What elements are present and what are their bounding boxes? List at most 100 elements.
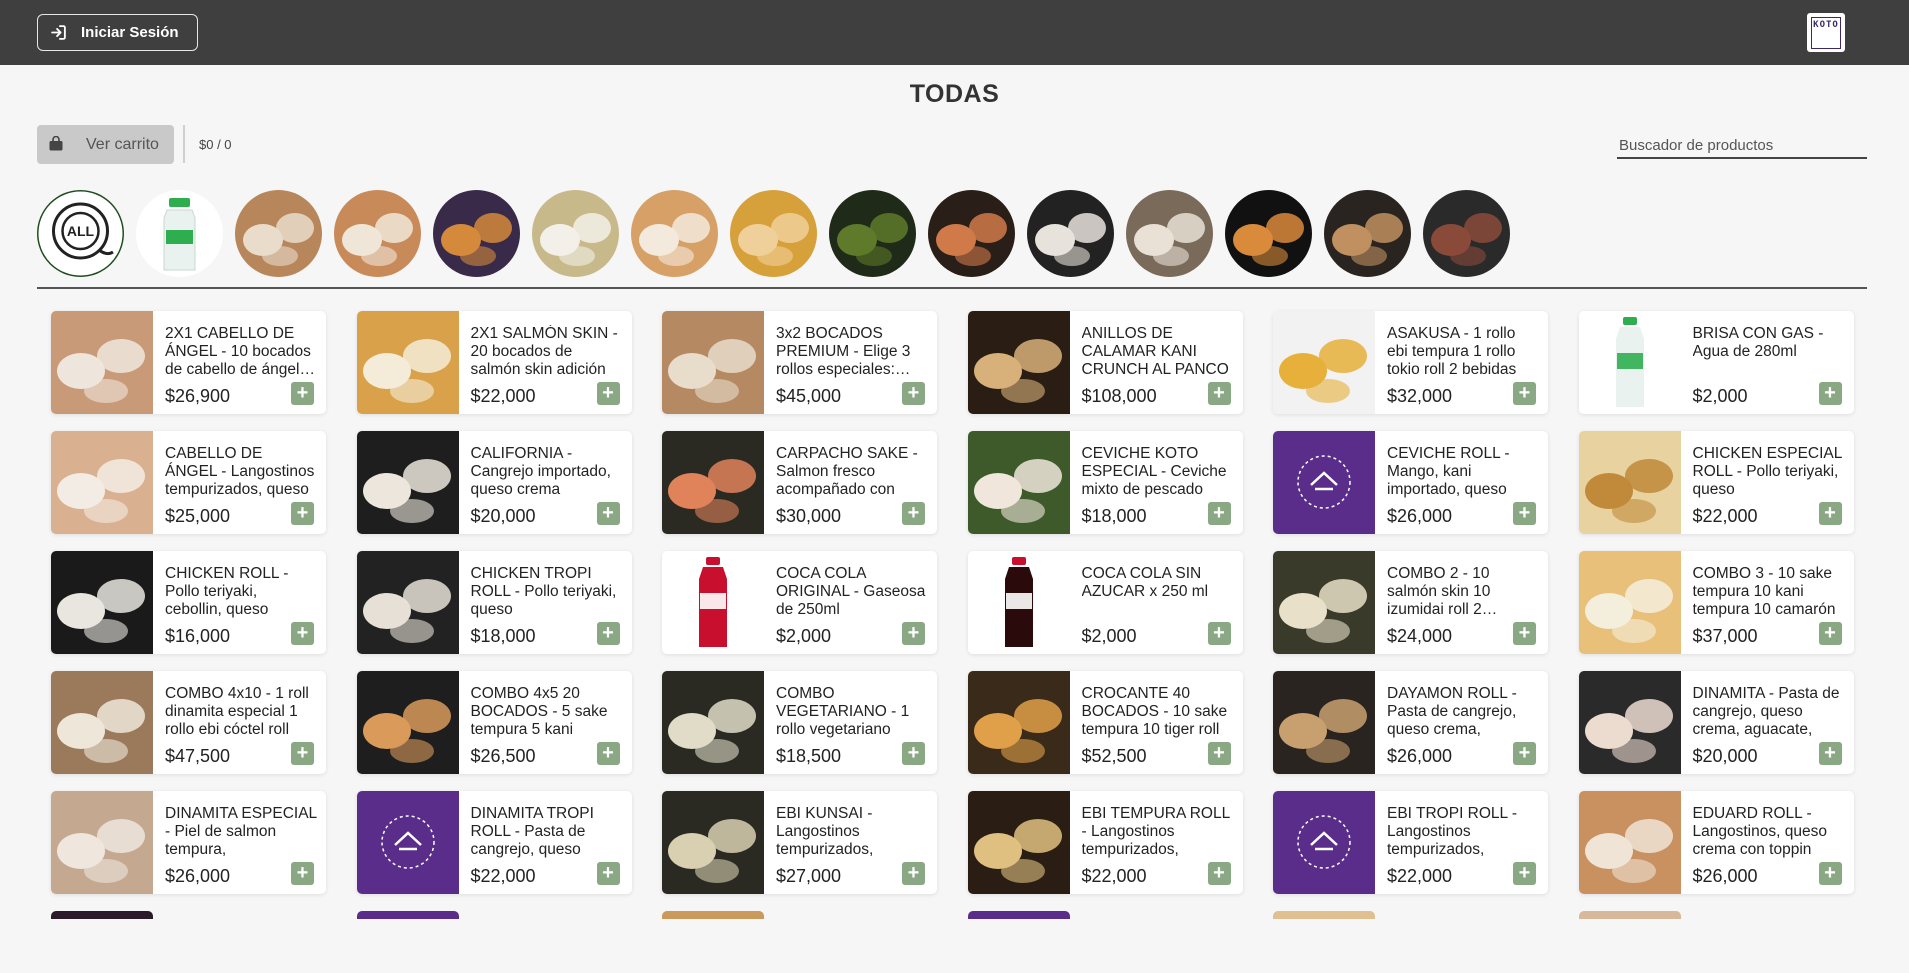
product-card[interactable]: CHICKEN TROPI ROLL - Pollo teriyaki, que… (356, 551, 632, 654)
add-to-cart-plus-icon[interactable]: + (1207, 742, 1231, 765)
add-to-cart-plus-icon[interactable]: + (902, 502, 925, 525)
product-card[interactable]: ANILLOS DE CALAMAR KANI CRUNCH AL PANCO $… (967, 311, 1243, 414)
add-to-cart-plus-icon[interactable]: + (1513, 862, 1536, 885)
product-image (1578, 311, 1681, 414)
category-cat-5[interactable] (433, 190, 520, 277)
add-to-cart-plus-icon[interactable]: + (1513, 382, 1536, 405)
category-cat-14[interactable] (1324, 190, 1411, 277)
product-card[interactable]: DINAMITA - Pasta de cangrejo, queso crem… (1578, 671, 1854, 774)
product-card[interactable]: EDUARD ROLL - Langostinos, queso crema c… (1578, 791, 1854, 894)
product-image (967, 311, 1070, 414)
product-name: CHICKEN TROPI ROLL - Pollo teriyaki, que… (470, 565, 617, 618)
add-to-cart-plus-icon[interactable]: + (1207, 382, 1231, 405)
add-to-cart-plus-icon[interactable]: + (291, 742, 314, 765)
add-to-cart-plus-icon[interactable]: + (902, 742, 925, 765)
product-image (662, 551, 764, 654)
category-cat-8[interactable] (730, 190, 817, 277)
product-card[interactable]: CEVICHE KOTO ESPECIAL - Ceviche mixto de… (967, 431, 1243, 534)
product-card[interactable]: EBI KUNSAI - Langostinos tempurizados, $2… (662, 791, 937, 894)
product-card[interactable]: CEVICHE ROLL - Mango, kani importado, qu… (1273, 431, 1548, 534)
add-to-cart-plus-icon[interactable]: + (291, 502, 314, 525)
product-card[interactable]: CHICKEN ROLL - Pollo teriyaki, cebollin,… (51, 551, 326, 654)
product-card[interactable]: 2X1 CABELLO DE ÁNGEL - 10 bocados de cab… (51, 311, 326, 414)
product-image (51, 311, 153, 414)
product-card[interactable]: EBI TEMPURA ROLL - Langostinos tempuriza… (967, 791, 1243, 894)
add-to-cart-plus-icon[interactable]: + (902, 382, 925, 405)
product-name: EBI TROPI ROLL - Langostinos tempurizado… (1387, 805, 1518, 858)
add-to-cart-plus-icon[interactable]: + (902, 622, 925, 645)
add-to-cart-plus-icon[interactable]: + (1513, 622, 1536, 645)
category-cat-12[interactable] (1126, 190, 1213, 277)
product-search-input[interactable] (1617, 133, 1867, 159)
add-to-cart-plus-icon[interactable]: + (1513, 502, 1536, 525)
category-cat-4[interactable] (334, 190, 421, 277)
add-to-cart-plus-icon[interactable]: + (1207, 502, 1231, 525)
product-card[interactable]: BRISA CON GAS - Agua de 280ml $2,000 + (1578, 311, 1854, 414)
add-to-cart-plus-icon[interactable]: + (1818, 382, 1842, 405)
category-cat-13[interactable] (1225, 190, 1312, 277)
brand-logo[interactable]: KOTO (1807, 13, 1845, 52)
add-to-cart-plus-icon[interactable]: + (596, 622, 620, 645)
add-to-cart-plus-icon[interactable]: + (1818, 862, 1842, 885)
product-card[interactable]: EBI TROPI ROLL - Langostinos tempurizado… (1273, 791, 1548, 894)
product-card[interactable]: COMBO 3 - 10 sake tempura 10 kani tempur… (1578, 551, 1854, 654)
product-card[interactable]: 3x2 BOCADOS PREMIUM - Elige 3 rollos esp… (662, 311, 937, 414)
category-cat-11[interactable] (1027, 190, 1114, 277)
category-cat-15[interactable] (1423, 190, 1510, 277)
login-button[interactable]: Iniciar Sesión (37, 14, 198, 51)
top-bar: Iniciar Sesión KOTO (0, 0, 1909, 65)
category-cat-9[interactable] (829, 190, 916, 277)
product-price: $18,000 (470, 626, 536, 646)
product-name: EDUARD ROLL - Langostinos, queso crema c… (1692, 805, 1827, 858)
product-card[interactable]: COMBO 4x10 - 1 roll dinamita especial 1 … (51, 671, 326, 774)
add-to-cart-plus-icon[interactable]: + (1207, 622, 1231, 645)
add-to-cart-plus-icon[interactable]: + (596, 742, 620, 765)
add-to-cart-plus-icon[interactable]: + (596, 502, 620, 525)
add-to-cart-plus-icon[interactable]: + (291, 622, 314, 645)
page-title: TODAS (909, 80, 1000, 108)
add-to-cart-plus-icon[interactable]: + (291, 382, 314, 405)
product-card[interactable]: DINAMITA ESPECIAL - Piel de salmon tempu… (51, 791, 326, 894)
category-all[interactable]: ALL (37, 190, 124, 277)
add-to-cart-plus-icon[interactable]: + (1818, 502, 1842, 525)
product-card[interactable]: COMBO 4x5 20 BOCADOS - 5 sake tempura 5 … (356, 671, 632, 774)
product-image (51, 671, 153, 774)
product-card[interactable]: COMBO VEGETARIANO - 1 rollo vegetariano $… (662, 671, 937, 774)
product-card[interactable]: COCA COLA SIN AZUCAR x 250 ml $2,000 + (967, 551, 1243, 654)
add-to-cart-plus-icon[interactable]: + (1818, 742, 1842, 765)
category-cat-10[interactable] (928, 190, 1015, 277)
add-to-cart-plus-icon[interactable]: + (596, 382, 620, 405)
product-thumbnail (51, 671, 153, 774)
view-cart-button[interactable]: Ver carrito (37, 125, 174, 164)
category-image (235, 190, 322, 277)
add-to-cart-plus-icon[interactable]: + (1818, 622, 1842, 645)
add-to-cart-plus-icon[interactable]: + (1207, 862, 1231, 885)
category-cat-3[interactable] (235, 190, 322, 277)
product-card[interactable]: ASAKUSA - 1 rollo ebi tempura 1 rollo to… (1273, 311, 1548, 414)
product-price: $26,000 (1692, 866, 1758, 886)
product-card[interactable]: CALIFORNIA - Cangrejo importado, queso c… (356, 431, 632, 534)
category-cat-6[interactable] (532, 190, 619, 277)
logo-text: KOTO (1811, 16, 1841, 49)
sign-in-icon (51, 25, 66, 40)
product-card[interactable]: CABELLO DE ÁNGEL - Langostinos tempuriza… (51, 431, 326, 534)
category-bebidas[interactable] (136, 190, 223, 277)
product-card[interactable]: COMBO 2 - 10 salmón skin 10 izumidai rol… (1273, 551, 1548, 654)
product-card[interactable]: CARPACHO SAKE - Salmon fresco acompañado… (662, 431, 937, 534)
product-thumbnail (967, 551, 1070, 654)
product-name: DINAMITA - Pasta de cangrejo, queso crem… (1692, 685, 1840, 738)
add-to-cart-plus-icon[interactable]: + (291, 862, 314, 885)
product-card[interactable]: DAYAMON ROLL - Pasta de cangrejo, queso … (1273, 671, 1548, 774)
add-to-cart-plus-icon[interactable]: + (902, 862, 925, 885)
category-cat-7[interactable] (631, 190, 718, 277)
next-row-card-peek (1273, 911, 1375, 919)
product-card[interactable]: COCA COLA ORIGINAL - Gaseosa de 250ml $2,… (662, 551, 937, 654)
product-card[interactable]: CROCANTE 40 BOCADOS - 10 sake tempura 10… (967, 671, 1243, 774)
product-price: $20,000 (1692, 746, 1758, 766)
add-to-cart-plus-icon[interactable]: + (1513, 742, 1536, 765)
product-price: $45,000 (776, 386, 842, 406)
product-card[interactable]: CHICKEN ESPECIAL ROLL - Pollo teriyaki, … (1578, 431, 1854, 534)
product-card[interactable]: DINAMITA TROPI ROLL - Pasta de cangrejo,… (356, 791, 632, 894)
add-to-cart-plus-icon[interactable]: + (596, 862, 620, 885)
product-card[interactable]: 2X1 SALMÓN SKIN - 20 bocados de salmón s… (356, 311, 632, 414)
